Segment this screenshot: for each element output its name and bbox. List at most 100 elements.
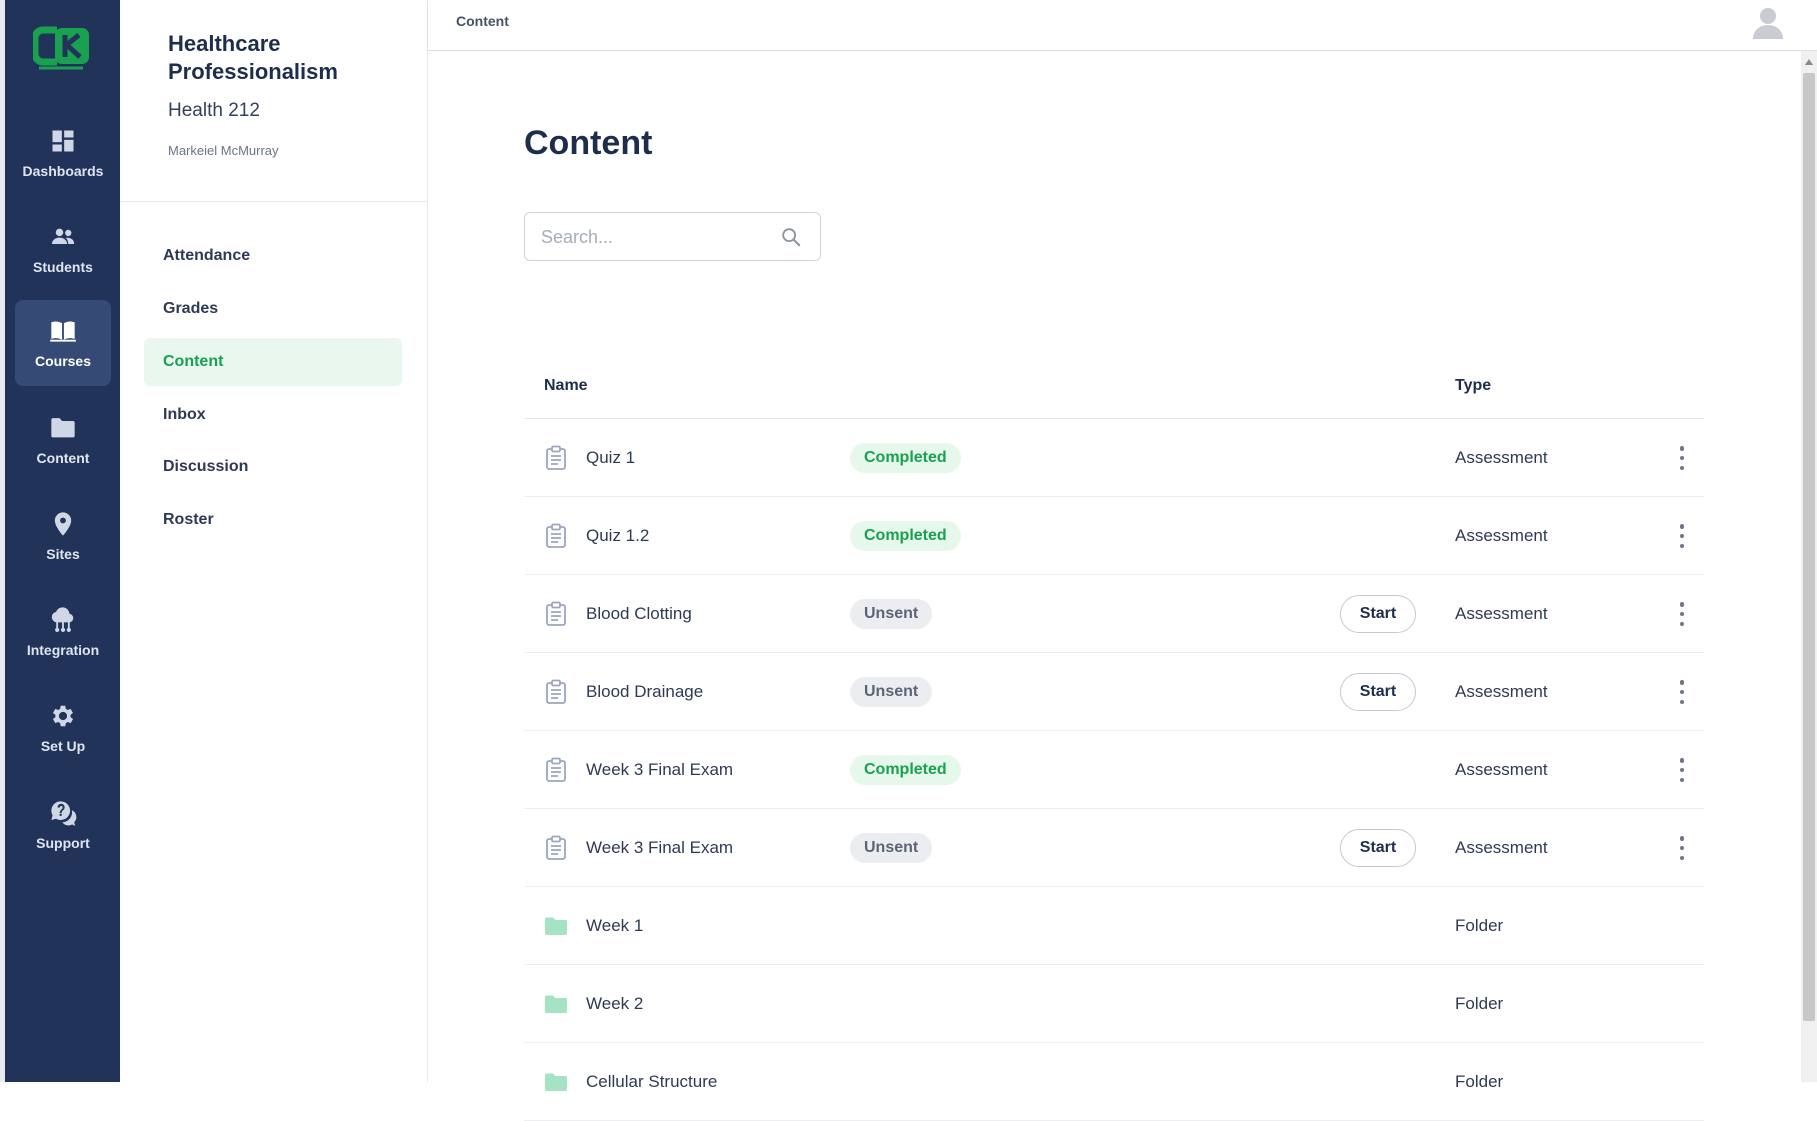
more-options-icon[interactable] [1674, 524, 1690, 548]
user-avatar-icon[interactable] [1751, 5, 1785, 39]
chat-help-icon [51, 801, 77, 826]
clipboard-icon [546, 523, 566, 548]
table-row[interactable]: Week 3 Final Exam Unsent Start Assessment [524, 809, 1704, 887]
table-row[interactable]: Cellular Structure Folder [524, 1043, 1704, 1121]
ck-logo-icon[interactable] [33, 24, 93, 72]
course-menu-grades[interactable]: Grades [144, 285, 402, 333]
row-type: Assessment [1455, 838, 1548, 857]
more-options-icon[interactable] [1674, 758, 1690, 782]
content-table: Name Type Quiz 1 Completed Assessment Quiz … [524, 359, 1704, 1121]
location-pin-icon [54, 512, 72, 536]
gear-icon [52, 705, 74, 727]
start-button[interactable]: Start [1340, 673, 1416, 711]
folder-icon [51, 418, 75, 438]
row-type: Folder [1455, 916, 1504, 935]
rail-item-label: Dashboards [22, 163, 104, 179]
main-content: Content Name Type Quiz 1 Completed Assessm… [428, 51, 1801, 1121]
table-row[interactable]: Quiz 1 Completed Assessment [524, 419, 1704, 497]
search-icon[interactable] [780, 226, 802, 248]
start-button[interactable]: Start [1340, 829, 1416, 867]
table-row[interactable]: Blood Drainage Unsent Start Assessment [524, 653, 1704, 731]
status-badge: Unsent [850, 677, 933, 707]
row-name[interactable]: Blood Drainage [586, 682, 703, 702]
rail-item-courses[interactable]: Courses [15, 300, 111, 386]
page-title: Content [524, 124, 653, 162]
course-menu-content[interactable]: Content [144, 338, 402, 386]
row-type: Assessment [1455, 448, 1548, 467]
row-name[interactable]: Week 2 [586, 994, 643, 1014]
clipboard-icon [546, 601, 566, 626]
rail-item-setup[interactable]: Set Up [15, 685, 111, 771]
row-type: Assessment [1455, 682, 1548, 701]
row-name[interactable]: Week 1 [586, 916, 643, 936]
status-badge: Unsent [850, 599, 933, 629]
table-row[interactable]: Week 3 Final Exam Completed Assessment [524, 731, 1704, 809]
table-body: Quiz 1 Completed Assessment Quiz 1.2 Complet… [524, 419, 1704, 1121]
more-options-icon[interactable] [1674, 602, 1690, 626]
rail-item-sites[interactable]: Sites [15, 493, 111, 579]
course-menu-inbox[interactable]: Inbox [144, 391, 402, 439]
row-name[interactable]: Cellular Structure [586, 1072, 717, 1092]
row-name[interactable]: Blood Clotting [586, 604, 692, 624]
table-row[interactable]: Quiz 1.2 Completed Assessment [524, 497, 1704, 575]
more-options-icon[interactable] [1674, 446, 1690, 470]
clipboard-icon [546, 445, 566, 470]
students-icon [51, 228, 75, 244]
folder-icon [545, 995, 567, 1013]
status-badge: Unsent [850, 833, 933, 863]
rail-item-dashboards[interactable]: Dashboards [15, 110, 111, 196]
start-button[interactable]: Start [1340, 595, 1416, 633]
rail-item-label: Support [36, 835, 90, 851]
top-bar: Content [428, 0, 1817, 51]
primary-nav-rail: Dashboards Students Courses Content Site… [5, 0, 120, 1082]
divider [120, 201, 428, 202]
row-name[interactable]: Week 3 Final Exam [586, 760, 733, 780]
rail-item-label: Set Up [40, 738, 86, 754]
folder-icon [545, 1073, 567, 1091]
dashboard-icon [52, 130, 74, 152]
more-options-icon[interactable] [1674, 836, 1690, 860]
search-input[interactable] [541, 225, 771, 249]
breadcrumb[interactable]: Content [456, 13, 509, 29]
column-header-name[interactable]: Name [544, 377, 588, 395]
rail-item-support[interactable]: Support [15, 782, 111, 868]
course-title: Healthcare Professionalism [168, 31, 338, 84]
row-name[interactable]: Quiz 1.2 [586, 526, 649, 546]
row-type: Assessment [1455, 760, 1548, 779]
status-badge: Completed [850, 443, 961, 473]
rail-item-students[interactable]: Students [15, 206, 111, 292]
course-code: Health 212 [168, 100, 260, 121]
course-menu-label: Content [163, 353, 224, 370]
cloud-network-icon [51, 607, 74, 633]
table-row[interactable]: Blood Clotting Unsent Start Assessment [524, 575, 1704, 653]
more-options-icon[interactable] [1674, 680, 1690, 704]
status-badge: Completed [850, 521, 961, 551]
scroll-up-arrow-icon[interactable] [1805, 59, 1813, 65]
row-name[interactable]: Quiz 1 [586, 448, 635, 468]
rail-item-content[interactable]: Content [15, 397, 111, 483]
table-row[interactable]: Week 2 Folder [524, 965, 1704, 1043]
rail-item-label: Integration [26, 642, 100, 658]
course-menu-label: Attendance [163, 247, 251, 264]
rail-item-integration[interactable]: Integration [15, 589, 111, 675]
course-menu-label: Roster [163, 511, 214, 528]
course-menu-label: Discussion [163, 458, 249, 475]
course-menu-discussion[interactable]: Discussion [144, 443, 402, 491]
clipboard-icon [546, 679, 566, 704]
rail-item-label: Courses [34, 353, 92, 369]
rail-item-label: Content [36, 450, 90, 466]
vertical-scrollbar[interactable] [1801, 51, 1817, 1082]
course-menu-label: Inbox [163, 406, 206, 423]
course-instructor: Markeiel McMurray [168, 143, 279, 158]
status-badge: Completed [850, 755, 961, 785]
course-menu-roster[interactable]: Roster [144, 496, 402, 544]
row-name[interactable]: Week 3 Final Exam [586, 838, 733, 858]
table-row[interactable]: Week 1 Folder [524, 887, 1704, 965]
course-menu-label: Grades [163, 300, 219, 317]
folder-icon [545, 917, 567, 935]
course-menu-attendance[interactable]: Attendance [144, 232, 402, 280]
app-window: Dashboards Students Courses Content Site… [0, 0, 1817, 1121]
column-header-type[interactable]: Type [1455, 377, 1491, 395]
row-type: Folder [1455, 1072, 1504, 1091]
scrollbar-thumb[interactable] [1803, 73, 1815, 1021]
